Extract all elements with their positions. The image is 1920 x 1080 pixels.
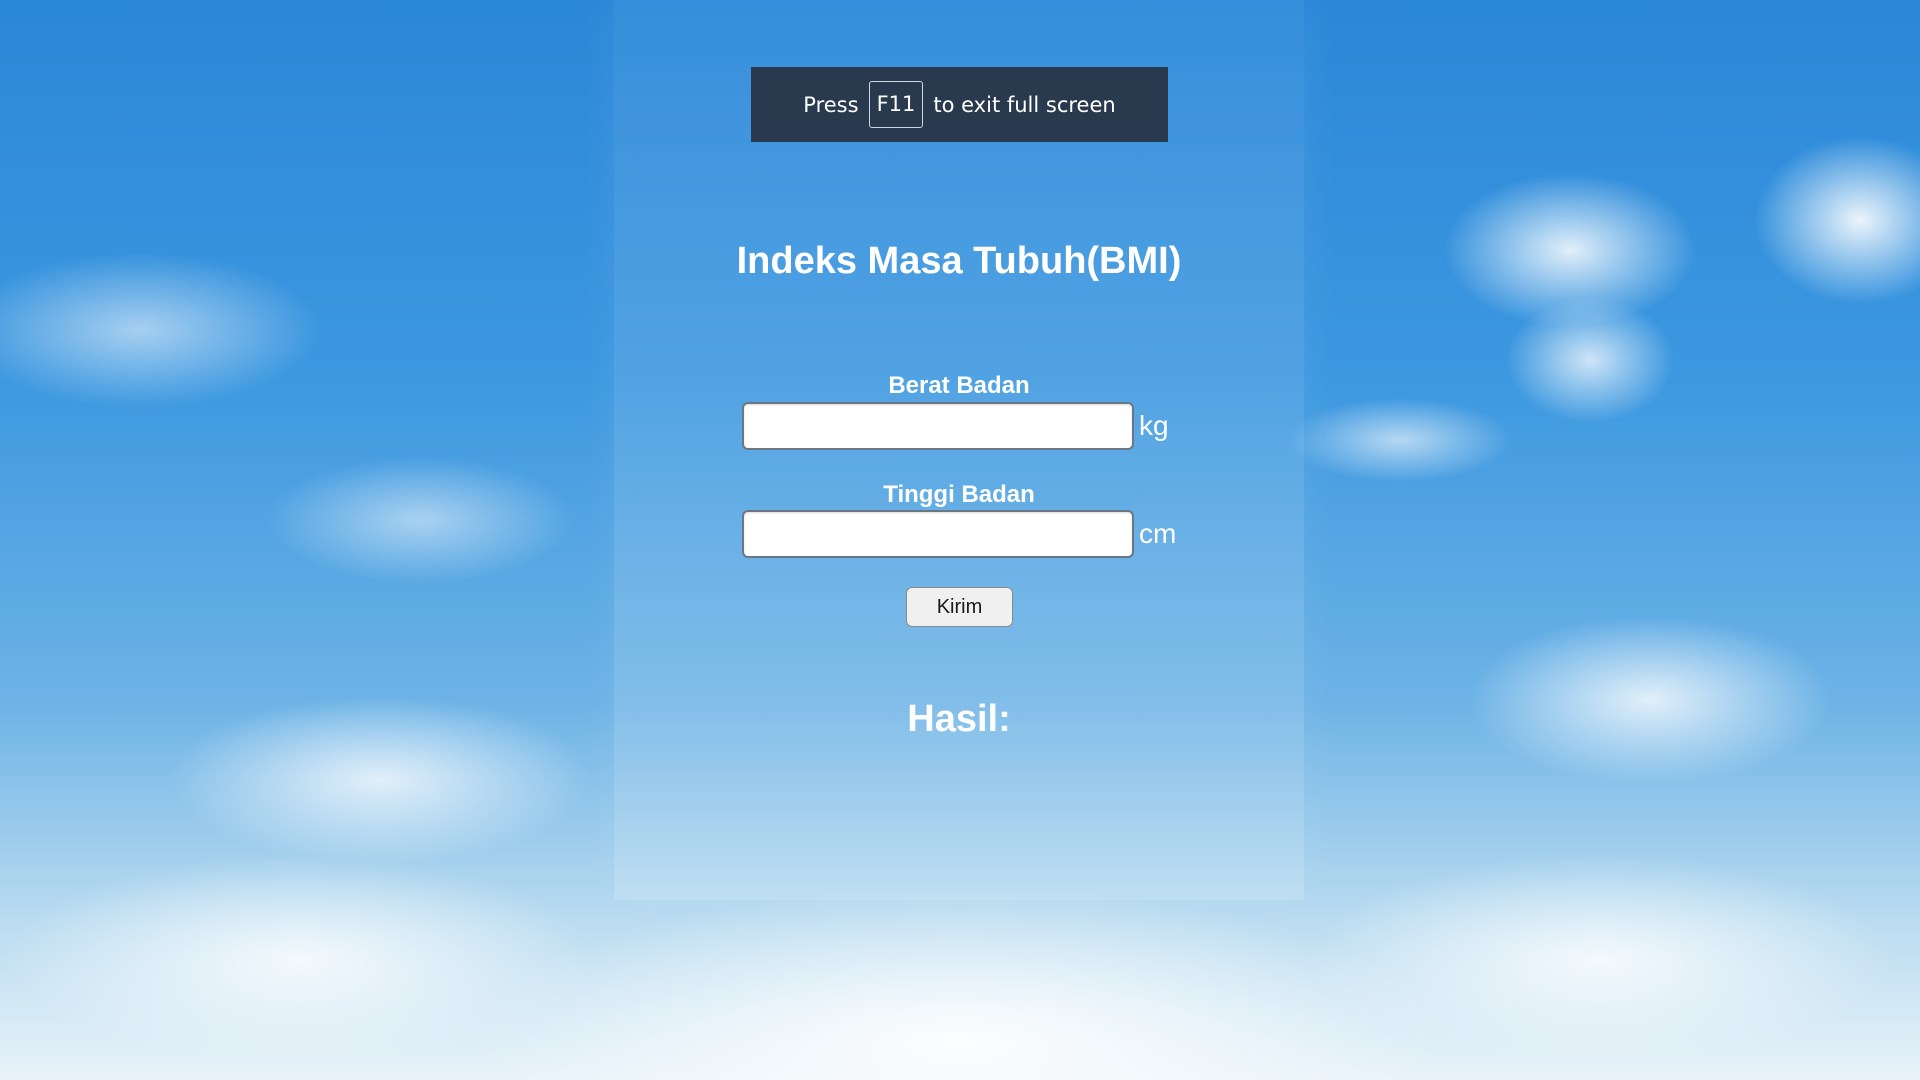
height-input[interactable]	[742, 510, 1134, 558]
page-title: Indeks Masa Tubuh(BMI)	[736, 240, 1182, 282]
fullscreen-exit-notice: Press F11 to exit full screen	[751, 67, 1168, 142]
f11-key-badge: F11	[868, 81, 924, 128]
result-heading: Hasil:	[907, 698, 1011, 740]
weight-input[interactable]	[742, 402, 1134, 450]
height-unit: cm	[1139, 518, 1177, 549]
weight-unit: kg	[1139, 410, 1169, 441]
fullscreen-notice-prefix: Press	[803, 92, 859, 117]
fullscreen-notice-suffix: to exit full screen	[933, 92, 1116, 117]
submit-button[interactable]: Kirim	[906, 587, 1013, 627]
weight-label: Berat Badan	[888, 372, 1030, 399]
height-label: Tinggi Badan	[883, 481, 1035, 508]
